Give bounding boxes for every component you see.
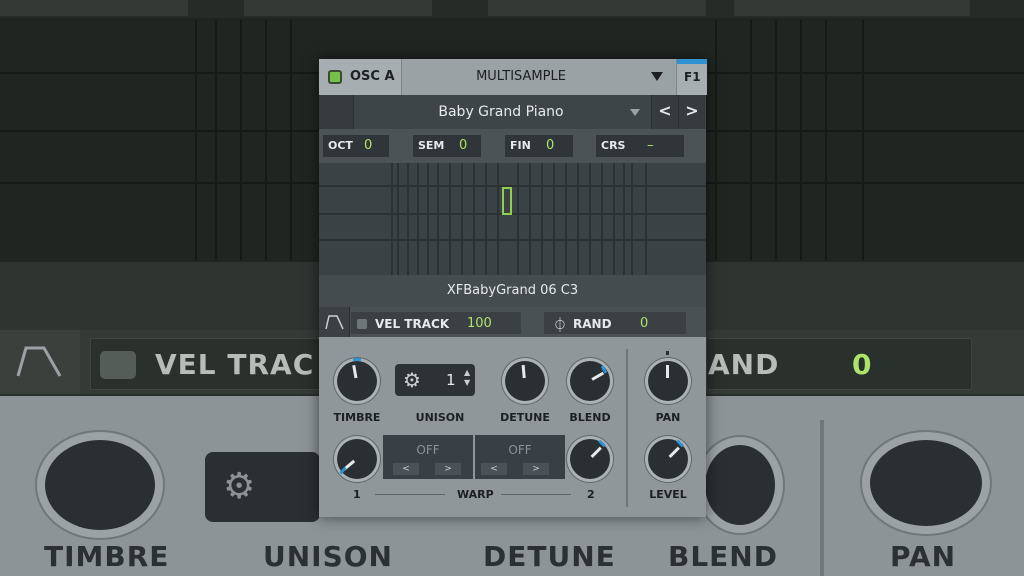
warp2-value: OFF — [508, 443, 532, 457]
bg-top-cell — [0, 0, 188, 16]
bg-blend-label: BLEND — [668, 540, 778, 573]
oct-value: 0 — [364, 138, 373, 153]
sample-name: XFBabyGrand 06 C3 — [446, 283, 579, 298]
bg-rand-value: 0 — [852, 348, 873, 381]
bg-unison-label: UNISON — [263, 540, 393, 573]
fin-label: FIN — [510, 139, 531, 152]
unison-step-arrows[interactable]: ▲ ▼ — [464, 368, 474, 388]
warp-label: WARP — [457, 488, 494, 501]
envelope-button[interactable] — [319, 307, 350, 337]
blend-label: BLEND — [569, 411, 611, 424]
osc-header: OSC A MULTISAMPLE F1 — [319, 59, 707, 95]
detune-label: DETUNE — [500, 411, 550, 424]
osc-toggle[interactable]: OSC A — [319, 59, 402, 95]
warp1-label: 1 — [353, 488, 361, 501]
unison-label: UNISON — [415, 411, 465, 424]
pitch-params-row: OCT 0 SEM 0 FIN 0 CRS – — [319, 129, 706, 163]
chevron-down-icon[interactable] — [630, 109, 640, 116]
warp1-next-button[interactable]: > — [435, 463, 461, 475]
level-label: LEVEL — [649, 488, 687, 501]
osc-controls: TIMBRE ⚙ 1 ▲▼ UNISON DETUNE BLEND PAN 1 — [319, 337, 706, 517]
bg-knob — [705, 445, 775, 525]
bg-timbre-label: TIMBRE — [44, 540, 170, 573]
bg-vel-track-label: VEL TRAC — [155, 348, 315, 381]
vel-track-checkbox[interactable] — [357, 319, 367, 329]
phase-icon: ⏀ — [553, 318, 567, 334]
osc-type-select[interactable]: MULTISAMPLE — [401, 69, 641, 84]
bg-envelope-icon — [0, 330, 80, 394]
warp2-next-button[interactable]: > — [523, 463, 549, 475]
oscillator-panel: OSC A MULTISAMPLE F1 Baby Grand Piano < … — [319, 59, 707, 517]
envelope-icon — [325, 315, 344, 330]
sample-row: XFBabyGrand 06 C3 — [319, 275, 706, 307]
preset-menu-button[interactable] — [319, 95, 354, 129]
vel-track-value: 100 — [467, 316, 492, 331]
bg-checkbox — [100, 351, 136, 379]
preset-row: Baby Grand Piano < > — [319, 95, 706, 129]
sem-value: 0 — [459, 138, 468, 153]
fin-value: 0 — [546, 138, 555, 153]
oct-label: OCT — [328, 139, 353, 152]
filter-routing-label: F1 — [684, 70, 701, 84]
chevron-down-icon[interactable] — [651, 72, 663, 81]
osc-name: OSC A — [350, 69, 395, 84]
blend-knob[interactable] — [570, 361, 610, 401]
detune-knob[interactable] — [505, 361, 545, 401]
unison-value: 1 — [446, 371, 456, 389]
rand-value: 0 — [640, 316, 649, 331]
timbre-label: TIMBRE — [333, 411, 381, 424]
vel-track-label: VEL TRACK — [375, 317, 450, 331]
bg-rand-label: AND — [708, 348, 780, 381]
root-key-marker — [502, 187, 512, 215]
bg-top-bar — [0, 0, 1024, 18]
bg-top-cell — [734, 0, 970, 16]
gear-icon[interactable]: ⚙ — [403, 368, 421, 392]
crs-value: – — [647, 138, 654, 153]
bg-top-cell — [244, 0, 432, 16]
crs-label: CRS — [601, 139, 626, 152]
warp1-value: OFF — [416, 443, 440, 457]
bg-pan-label: PAN — [890, 540, 957, 573]
sample-display[interactable] — [319, 163, 706, 275]
pan-label: PAN — [655, 411, 681, 424]
warp1-prev-button[interactable]: < — [393, 463, 419, 475]
routing-indicator — [677, 59, 707, 64]
preset-name[interactable]: Baby Grand Piano — [353, 104, 649, 120]
warp1-knob[interactable] — [337, 439, 377, 479]
level-knob[interactable] — [648, 439, 688, 479]
bg-knob — [45, 440, 155, 530]
velocity-row: VEL TRACK 100 ⏀ RAND 0 — [319, 307, 706, 337]
divider — [626, 349, 628, 507]
osc-enabled-led[interactable] — [328, 70, 342, 84]
sem-label: SEM — [418, 139, 445, 152]
preset-prev-button[interactable]: < — [651, 95, 678, 129]
rand-label: RAND — [573, 317, 612, 331]
bg-knob — [870, 440, 982, 526]
gear-icon: ⚙ — [223, 466, 256, 507]
warp2-prev-button[interactable]: < — [481, 463, 507, 475]
preset-next-button[interactable]: > — [678, 95, 705, 129]
warp2-label: 2 — [587, 488, 595, 501]
bg-unison-box: ⚙ — [205, 452, 320, 522]
filter-routing-button[interactable]: F1 — [676, 59, 707, 95]
warp2-knob[interactable] — [570, 439, 610, 479]
bg-top-cell — [488, 0, 706, 16]
timbre-knob[interactable] — [337, 358, 377, 401]
bg-detune-label: DETUNE — [483, 540, 616, 573]
pan-knob[interactable] — [648, 361, 688, 401]
